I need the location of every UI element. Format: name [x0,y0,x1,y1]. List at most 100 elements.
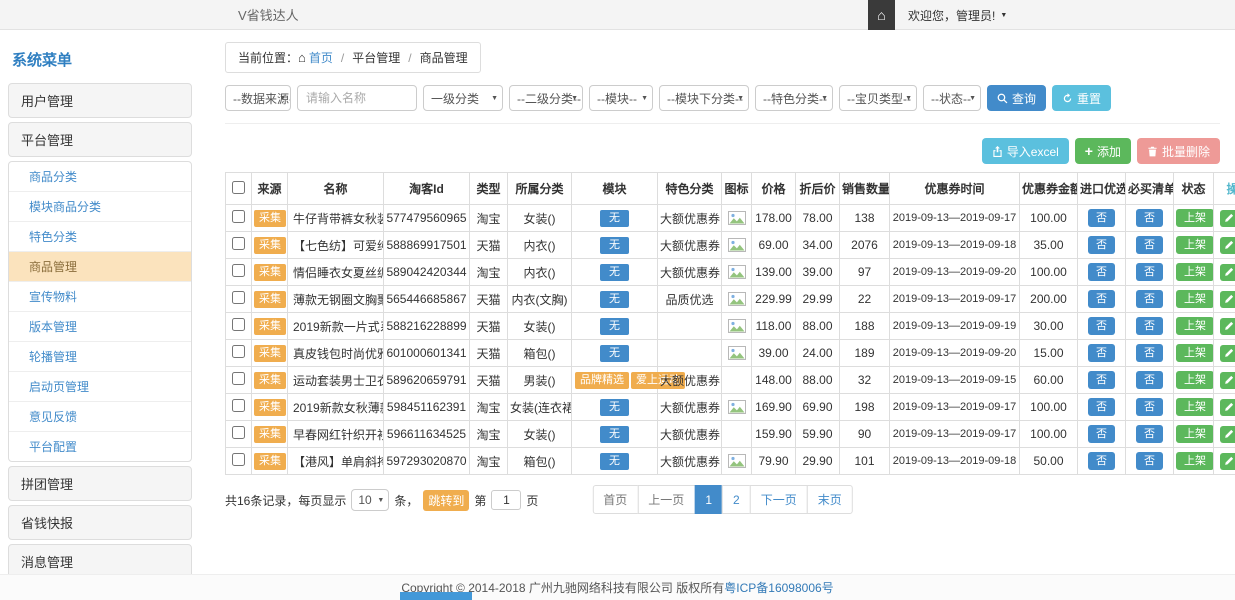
sidebar-section[interactable]: 平台管理 [8,122,192,157]
page-button[interactable]: 首页 [592,485,638,514]
status-button[interactable]: 上架 [1176,425,1214,443]
row-checkbox[interactable] [232,318,245,331]
row-checkbox[interactable] [232,345,245,358]
filter-select[interactable]: 一级分类▼ [423,85,503,111]
import-optimal-button[interactable]: 否 [1088,344,1115,362]
sidebar-subitem[interactable]: 宣传物料 [9,282,191,312]
breadcrumb-item[interactable]: ⌂首页 [298,51,333,65]
must-buy-button[interactable]: 否 [1136,290,1163,308]
must-buy-button[interactable]: 否 [1136,371,1163,389]
edit-button[interactable] [1220,453,1235,470]
sidebar-subitem[interactable]: 模块商品分类 [9,192,191,222]
sidebar-subitem[interactable]: 意见反馈 [9,402,191,432]
status-button[interactable]: 上架 [1176,290,1214,308]
feature-category [658,313,722,340]
must-buy-button[interactable]: 否 [1136,236,1163,254]
page-button[interactable]: 2 [722,485,751,514]
status-button[interactable]: 上架 [1176,209,1214,227]
must-buy-button[interactable]: 否 [1136,317,1163,335]
filter-select[interactable]: --数据来源--▼ [225,85,291,111]
home-button[interactable]: ⌂ [868,0,895,30]
coupon-time: 2019-09-13—2019-09-19 [890,313,1020,340]
row-checkbox[interactable] [232,237,245,250]
user-menu[interactable]: 欢迎您，管理员! ▼ [908,7,1007,24]
filter-select[interactable]: --状态--▼ [923,85,981,111]
select-all-checkbox[interactable] [232,181,245,194]
page-button[interactable]: 下一页 [750,485,808,514]
trash-icon [1147,146,1158,157]
sidebar-subitem[interactable]: 商品管理 [9,252,191,282]
icp-link[interactable]: 粤ICP备16098006号 [724,579,833,596]
breadcrumb-item[interactable]: 平台管理 [352,51,400,65]
sidebar-subitem[interactable]: 轮播管理 [9,342,191,372]
page-button[interactable]: 1 [694,485,723,514]
page-button[interactable]: 上一页 [637,485,695,514]
must-buy-button[interactable]: 否 [1136,398,1163,416]
edit-button[interactable] [1220,210,1235,227]
edit-button[interactable] [1220,372,1235,389]
row-checkbox[interactable] [232,291,245,304]
row-checkbox[interactable] [232,399,245,412]
import-optimal-button[interactable]: 否 [1088,236,1115,254]
status-button[interactable]: 上架 [1176,263,1214,281]
reset-button[interactable]: 重置 [1052,85,1111,111]
edit-button[interactable] [1220,291,1235,308]
filter-select[interactable]: --二级分类--▼ [509,85,583,111]
status-button[interactable]: 上架 [1176,236,1214,254]
status-button[interactable]: 上架 [1176,452,1214,470]
breadcrumb-item[interactable]: 商品管理 [420,51,468,65]
sidebar-section[interactable]: 用户管理 [8,83,192,118]
jump-button[interactable]: 跳转到 [423,490,469,511]
sidebar-section[interactable]: 省钱快报 [8,505,192,540]
sidebar-section[interactable]: 拼团管理 [8,466,192,501]
status-button[interactable]: 上架 [1176,317,1214,335]
per-page-select[interactable]: 10 ▼ [351,489,389,511]
sidebar-subitem[interactable]: 商品分类 [9,162,191,192]
import-optimal-button[interactable]: 否 [1088,317,1115,335]
row-checkbox[interactable] [232,426,245,439]
page-button[interactable]: 末页 [807,485,853,514]
edit-button[interactable] [1220,345,1235,362]
edit-button[interactable] [1220,264,1235,281]
import-optimal-button[interactable]: 否 [1088,398,1115,416]
row-checkbox[interactable] [232,372,245,385]
must-buy-button[interactable]: 否 [1136,209,1163,227]
status-button[interactable]: 上架 [1176,398,1214,416]
product-image-icon [728,400,746,414]
sidebar-subitem[interactable]: 启动页管理 [9,372,191,402]
import-excel-button[interactable]: 导入excel [982,138,1069,164]
must-buy-button[interactable]: 否 [1136,344,1163,362]
import-optimal-button[interactable]: 否 [1088,425,1115,443]
sidebar-subitem[interactable]: 版本管理 [9,312,191,342]
must-buy-button[interactable]: 否 [1136,263,1163,281]
search-button[interactable]: 查询 [987,85,1046,111]
refresh-icon [1062,93,1073,104]
status-button[interactable]: 上架 [1176,371,1214,389]
import-optimal-button[interactable]: 否 [1088,452,1115,470]
filter-select[interactable]: --模块--▼ [589,85,653,111]
edit-button[interactable] [1220,426,1235,443]
import-optimal-button[interactable]: 否 [1088,371,1115,389]
must-buy-button[interactable]: 否 [1136,425,1163,443]
sidebar-subitem[interactable]: 特色分类 [9,222,191,252]
filter-select[interactable]: --宝贝类型--▼ [839,85,917,111]
filter-select[interactable]: --特色分类--▼ [755,85,833,111]
edit-button[interactable] [1220,318,1235,335]
name-search-input[interactable] [297,85,417,111]
filter-select[interactable]: --模块下分类--▼ [659,85,749,111]
edit-button[interactable] [1220,237,1235,254]
import-optimal-button[interactable]: 否 [1088,209,1115,227]
status-button[interactable]: 上架 [1176,344,1214,362]
edit-button[interactable] [1220,399,1235,416]
import-optimal-button[interactable]: 否 [1088,290,1115,308]
must-buy-button[interactable]: 否 [1136,452,1163,470]
page-number-input[interactable] [491,490,521,510]
add-button[interactable]: + 添加 [1075,138,1131,164]
row-checkbox[interactable] [232,210,245,223]
product-image-cell [722,286,752,313]
import-optimal-button[interactable]: 否 [1088,263,1115,281]
sidebar-subitem[interactable]: 平台配置 [9,432,191,461]
batch-delete-button[interactable]: 批量删除 [1137,138,1220,164]
row-checkbox[interactable] [232,264,245,277]
row-checkbox[interactable] [232,453,245,466]
